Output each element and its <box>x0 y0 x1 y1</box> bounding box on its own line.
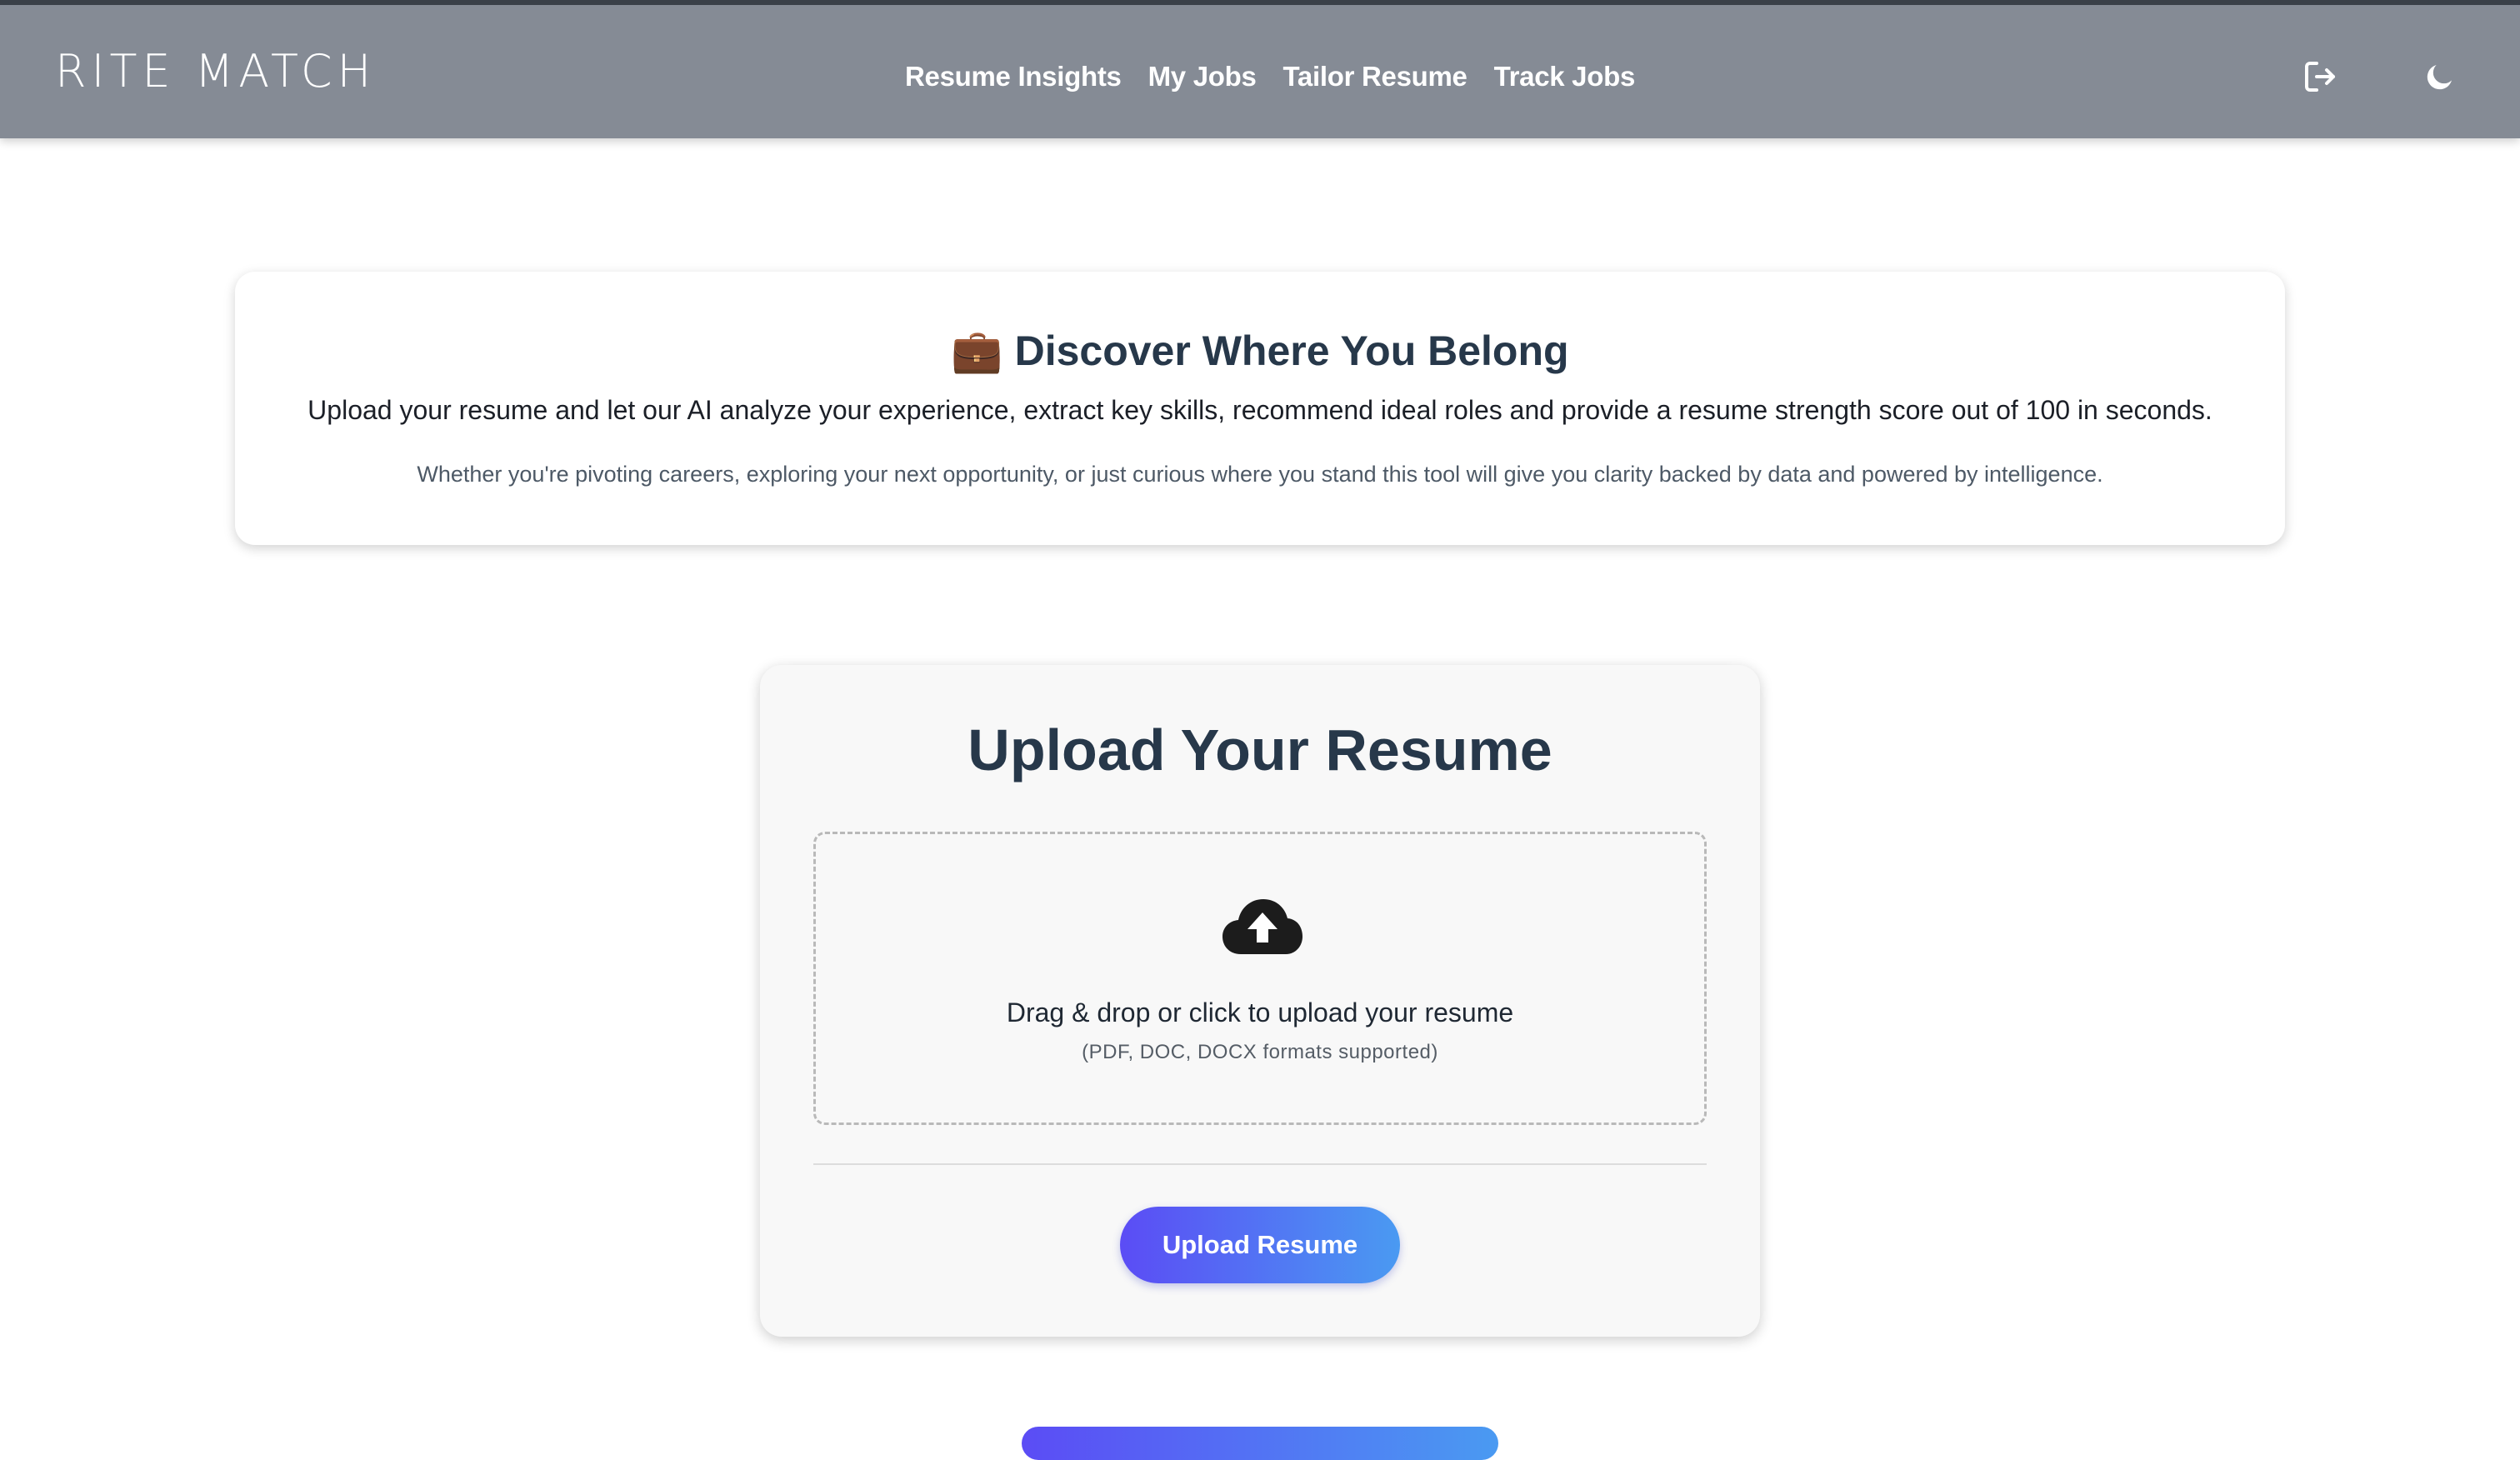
intro-card: 💼 Discover Where You Belong Upload your … <box>235 272 2285 545</box>
nav-tailor-resume[interactable]: Tailor Resume <box>1283 61 1468 92</box>
nav-track-jobs[interactable]: Track Jobs <box>1494 61 1636 92</box>
upload-resume-button[interactable]: Upload Resume <box>1120 1207 1400 1283</box>
upload-card: Upload Your Resume Drag & drop or click … <box>760 665 1760 1337</box>
intro-title-text: Discover Where You Belong <box>1014 328 1569 374</box>
theme-toggle-button[interactable] <box>2417 53 2463 100</box>
nav-my-jobs[interactable]: My Jobs <box>1148 61 1257 92</box>
divider <box>813 1163 1707 1165</box>
nav-resume-insights[interactable]: Resume Insights <box>905 61 1122 92</box>
cloud-upload-icon <box>1222 899 1302 954</box>
logout-button[interactable] <box>2297 53 2343 100</box>
logo[interactable]: RITE MATCH <box>55 47 376 97</box>
dropzone-formats: (PDF, DOC, DOCX formats supported) <box>1082 1041 1438 1063</box>
logout-icon <box>2305 62 2335 92</box>
intro-heading: 💼 Discover Where You Belong <box>235 327 2285 376</box>
moon-icon <box>2427 65 2452 90</box>
main-nav: Resume Insights My Jobs Tailor Resume Tr… <box>905 53 1635 100</box>
briefcase-icon: 💼 <box>951 328 1003 374</box>
upload-title: Upload Your Resume <box>968 718 1552 782</box>
intro-subtext: Whether you're pivoting careers, explori… <box>417 462 2103 487</box>
resume-dropzone[interactable]: Drag & drop or click to upload your resu… <box>813 832 1707 1125</box>
intro-description: Upload your resume and let our AI analyz… <box>308 395 2212 425</box>
top-navbar: RITE MATCH Resume Insights My Jobs Tailo… <box>0 0 2520 138</box>
dropzone-instructions: Drag & drop or click to upload your resu… <box>1006 998 1514 1028</box>
next-action-button[interactable] <box>1022 1427 1498 1460</box>
